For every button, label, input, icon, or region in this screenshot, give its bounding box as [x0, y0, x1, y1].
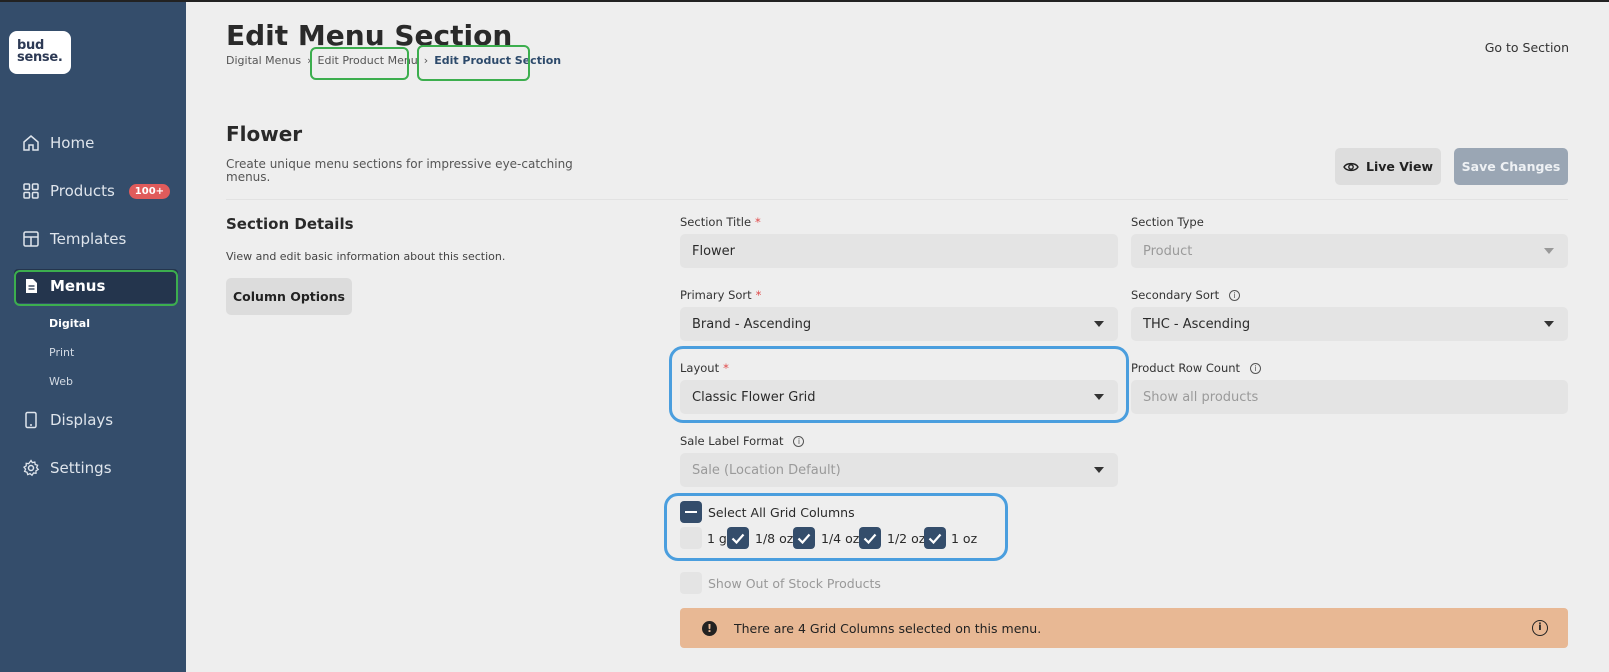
annotation-highlight-crumb-menu — [310, 47, 409, 80]
template-icon — [23, 231, 39, 247]
section-type-select[interactable]: Product — [1131, 234, 1568, 268]
chevron-down-icon — [1094, 467, 1104, 473]
section-description: Create unique menu sections for impressi… — [226, 157, 573, 184]
primary-sort-label: Primary Sort * — [680, 288, 761, 302]
count-badge: 100+ — [128, 183, 171, 199]
column-options-button[interactable]: Column Options — [226, 278, 352, 315]
required-marker: * — [755, 288, 762, 302]
live-view-label: Live View — [1366, 159, 1433, 174]
sidebar-subitem-digital[interactable]: Digital — [49, 317, 90, 330]
tablet-icon — [25, 411, 37, 429]
sale-label-format-value: Sale (Location Default) — [692, 462, 841, 478]
live-view-button[interactable]: Live View — [1335, 148, 1441, 185]
info-icon[interactable]: i — [1250, 362, 1262, 374]
logo-line-2: sense. — [17, 50, 63, 65]
sidebar-item-label: Home — [50, 134, 95, 152]
label-text: Product Row Count — [1131, 361, 1241, 375]
eye-icon — [1343, 162, 1359, 171]
alert-text: There are 4 Grid Columns selected on thi… — [734, 620, 1042, 636]
label-text: Secondary Sort — [1131, 288, 1220, 302]
breadcrumb-item[interactable]: Digital Menus — [226, 54, 301, 67]
label-text: Section Title — [680, 215, 752, 229]
secondary-sort-label: Secondary Sort i — [1131, 288, 1241, 302]
sidebar-item-label: Settings — [50, 459, 112, 477]
annotation-highlight-grid-columns — [664, 493, 1008, 561]
divider — [226, 199, 1568, 200]
info-icon[interactable]: i — [793, 435, 805, 447]
sidebar-item-products[interactable]: Products 100+ — [22, 179, 171, 203]
annotation-highlight-menus — [14, 270, 178, 306]
label-text: Sale Label Format — [680, 434, 784, 448]
label-text: Primary Sort — [680, 288, 752, 302]
show-out-of-stock-label: Show Out of Stock Products — [708, 576, 881, 591]
secondary-sort-value: THC - Ascending — [1143, 316, 1251, 332]
secondary-sort-select[interactable]: THC - Ascending — [1131, 307, 1568, 341]
section-type-label: Section Type — [1131, 215, 1204, 229]
section-heading: Flower — [226, 122, 303, 146]
show-out-of-stock-checkbox[interactable] — [680, 572, 702, 594]
sidebar-item-displays[interactable]: Displays — [22, 408, 113, 432]
info-icon[interactable]: i — [1532, 620, 1548, 636]
save-changes-button[interactable]: Save Changes — [1454, 148, 1568, 185]
chevron-down-icon — [1544, 248, 1554, 254]
logo[interactable]: bud sense. — [9, 31, 71, 74]
section-type-value: Product — [1143, 243, 1193, 259]
sale-label-format-label: Sale Label Format i — [680, 434, 805, 448]
home-icon — [23, 135, 39, 151]
annotation-highlight-layout — [669, 346, 1129, 423]
sidebar: bud sense. Home Products 100+ Templates … — [0, 2, 186, 672]
grid-columns-alert: ! There are 4 Grid Columns selected on t… — [680, 608, 1568, 648]
sidebar-item-settings[interactable]: Settings — [22, 456, 112, 480]
sidebar-item-label: Displays — [50, 411, 114, 429]
primary-sort-select[interactable]: Brand - Ascending — [680, 307, 1118, 341]
sidebar-subitem-web[interactable]: Web — [49, 375, 73, 388]
primary-sort-value: Brand - Ascending — [692, 316, 812, 332]
sidebar-subitem-print[interactable]: Print — [49, 346, 74, 359]
details-heading: Section Details — [226, 215, 354, 233]
sale-label-format-select[interactable]: Sale (Location Default) — [680, 453, 1118, 487]
sidebar-item-templates[interactable]: Templates — [22, 227, 126, 251]
gear-icon — [23, 459, 40, 477]
section-title-input[interactable]: Flower — [680, 234, 1118, 268]
annotation-highlight-crumb-section — [417, 45, 530, 81]
app-frame: bud sense. Home Products 100+ Templates … — [0, 0, 1609, 672]
alert-icon: ! — [702, 620, 717, 636]
sidebar-item-label: Templates — [50, 230, 127, 248]
chevron-down-icon — [1094, 321, 1104, 327]
product-row-count-input[interactable]: Show all products — [1131, 380, 1568, 414]
go-to-section-link[interactable]: Go to Section — [1485, 40, 1569, 55]
chevron-down-icon — [1544, 321, 1554, 327]
grid-icon — [23, 183, 39, 199]
sidebar-item-label: Products — [50, 182, 115, 200]
sidebar-item-home[interactable]: Home — [22, 131, 94, 155]
details-description: View and edit basic information about th… — [226, 250, 506, 263]
info-icon[interactable]: i — [1229, 289, 1241, 301]
section-title-label: Section Title * — [680, 215, 761, 229]
required-marker: * — [755, 215, 761, 229]
product-row-count-label: Product Row Count i — [1131, 361, 1262, 375]
